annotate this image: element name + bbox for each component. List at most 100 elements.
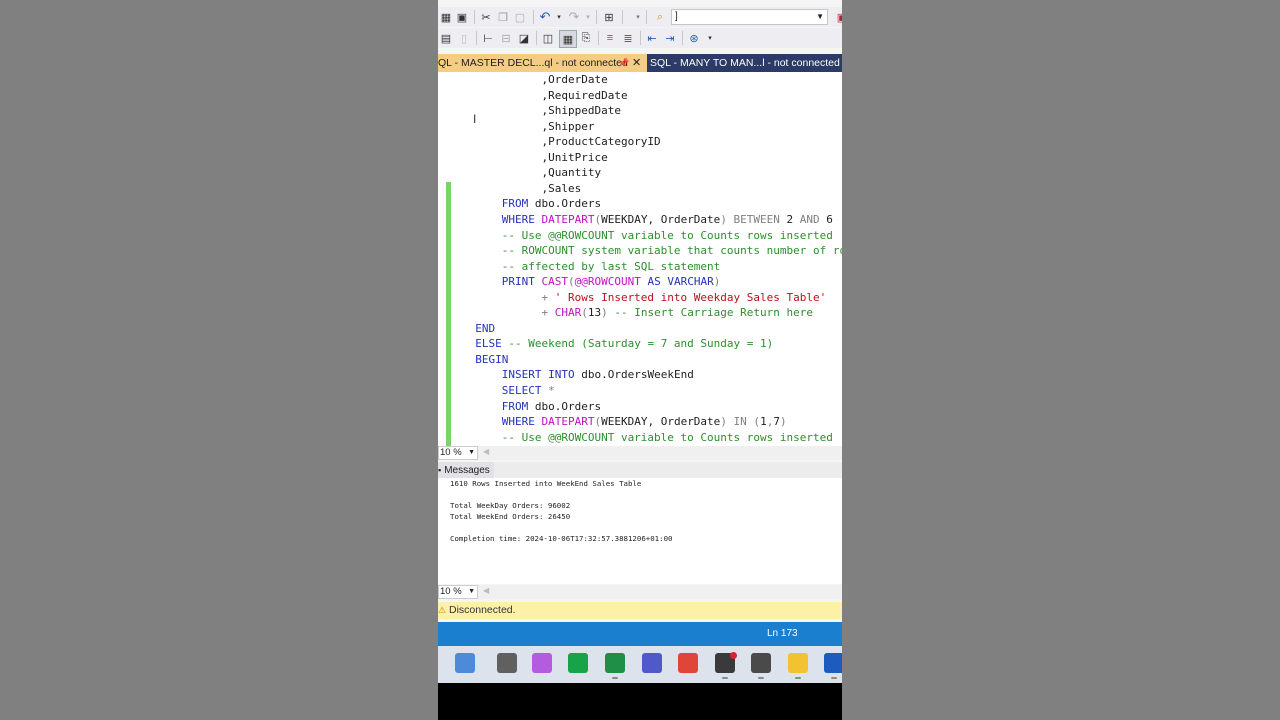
decrease-indent-icon[interactable]: ⇤ bbox=[644, 30, 660, 46]
spreadsheet-app-icon[interactable] bbox=[605, 653, 625, 673]
scroll-left-icon[interactable]: ◀ bbox=[483, 447, 489, 456]
code-token: ( bbox=[746, 415, 761, 429]
connection-status-bar: ⚠ Disconnected. bbox=[438, 602, 842, 619]
code-token: -- ROWCOUNT system variable that counts … bbox=[462, 244, 842, 258]
chevron-down-icon: ▼ bbox=[468, 449, 475, 456]
toolbar-separator bbox=[596, 10, 597, 24]
code-line[interactable]: + CHAR(13) -- Insert Carriage Return her… bbox=[462, 305, 813, 321]
word-icon[interactable] bbox=[824, 653, 842, 673]
chevron-down-icon: ▼ bbox=[816, 12, 824, 21]
code-line[interactable]: SELECT * bbox=[462, 383, 555, 399]
editor-zoom-select[interactable]: 10 % ▼ bbox=[438, 446, 478, 460]
messages-zoom-select[interactable]: 10 % ▼ bbox=[438, 585, 478, 599]
uncomment-icon[interactable]: ≣ bbox=[620, 30, 636, 46]
editor-zoom-bar: 10 % ▼ ◀ bbox=[438, 446, 842, 460]
code-token: + bbox=[462, 290, 549, 304]
teams-icon[interactable] bbox=[642, 653, 662, 673]
query-editor[interactable]: I ,OrderDate ,RequiredDate ,ShippedDate … bbox=[438, 72, 842, 446]
copilot-icon[interactable] bbox=[532, 653, 552, 673]
activity-monitor-icon[interactable]: ⊞ bbox=[601, 9, 617, 25]
code-line[interactable]: -- affected by last SQL statement bbox=[462, 259, 721, 275]
toolbar-overflow-icon[interactable]: ▾ bbox=[702, 30, 718, 46]
increase-indent-icon[interactable]: ⇥ bbox=[662, 30, 678, 46]
toolbar-separator bbox=[622, 10, 623, 24]
code-line[interactable]: ,Shipper bbox=[462, 119, 594, 135]
results-to-grid-icon[interactable]: ▦ bbox=[559, 30, 577, 48]
find-dropdown[interactable]: ] ▼ bbox=[671, 9, 828, 25]
code-line[interactable]: FROM dbo.Orders bbox=[462, 399, 601, 415]
document-tab-bar: QL - MASTER DECL...ql - not connected 📌 … bbox=[438, 54, 842, 72]
code-line[interactable]: + ' Rows Inserted into Weekday Sales Tab… bbox=[462, 290, 826, 306]
code-token: PRINT bbox=[462, 275, 535, 289]
code-token: DATEPART bbox=[541, 415, 595, 429]
code-line[interactable]: -- ROWCOUNT system variable that counts … bbox=[462, 243, 842, 259]
code-token: FROM bbox=[462, 399, 529, 413]
toolbar-sql-editor: ▤ ▯ ⊢ ⊟ ◪ ◫ ▦ ⎘ ≡ ≣ ⇤ ⇥ ⊛ ▾ bbox=[438, 28, 842, 48]
code-line[interactable]: ,Quantity bbox=[462, 165, 601, 181]
message-line: Total WeekEnd Orders: 26450 bbox=[450, 512, 571, 521]
tab-messages[interactable]: ▪ Messages bbox=[438, 462, 494, 478]
query-all-icon[interactable]: ▦ bbox=[438, 9, 454, 25]
close-tab-icon[interactable]: ✕ bbox=[632, 54, 641, 72]
code-token: -- Use @@ROWCOUNT variable to Counts row… bbox=[462, 228, 833, 242]
qlik-icon[interactable] bbox=[568, 653, 588, 673]
code-line[interactable]: ,OrderDate bbox=[462, 72, 607, 88]
code-line[interactable]: WHERE DATEPART(WEEKDAY, OrderDate) IN (1… bbox=[462, 414, 787, 430]
comment-icon[interactable]: ≡ bbox=[602, 30, 618, 46]
code-line[interactable]: WHERE DATEPART(WEEKDAY, OrderDate) BETWE… bbox=[462, 212, 833, 228]
code-token: ,Shipper bbox=[462, 119, 595, 133]
code-token: ) bbox=[720, 415, 727, 429]
code-token: ' Rows Inserted into Weekday Sales Table… bbox=[548, 290, 827, 304]
find-dropdown-value: ] bbox=[675, 11, 678, 22]
estimated-plan-icon[interactable]: ⊟ bbox=[498, 30, 514, 46]
code-line[interactable]: END bbox=[462, 321, 495, 337]
code-line[interactable]: -- Use @@ROWCOUNT variable to Counts row… bbox=[462, 228, 833, 244]
code-line[interactable]: ELSE -- Weekend (Saturday = 7 and Sunday… bbox=[462, 336, 773, 352]
toolbar-separator bbox=[476, 31, 477, 45]
code-line[interactable]: ,Sales bbox=[462, 181, 581, 197]
code-line[interactable]: INSERT INTO dbo.OrdersWeekEnd bbox=[462, 367, 694, 383]
calculator-icon[interactable] bbox=[751, 653, 771, 673]
save-icon[interactable]: ▯ bbox=[456, 30, 472, 46]
pin-icon[interactable]: 📌 bbox=[618, 54, 629, 72]
code-line[interactable]: BEGIN bbox=[462, 352, 508, 368]
find-icon[interactable]: ⌕ bbox=[652, 9, 668, 25]
code-line[interactable]: ,RequiredDate bbox=[462, 88, 628, 104]
code-line[interactable]: -- Use @@ROWCOUNT variable to Counts row… bbox=[462, 430, 833, 446]
file-explorer-icon[interactable] bbox=[788, 653, 808, 673]
undo-dropdown-icon[interactable]: ▾ bbox=[551, 9, 567, 25]
results-to-file-icon[interactable]: ⎘ bbox=[578, 30, 594, 46]
start-apps-icon[interactable] bbox=[455, 653, 475, 673]
paste-icon[interactable]: ▢ bbox=[512, 9, 528, 25]
code-token: dbo.Orders bbox=[528, 399, 602, 413]
tab-master-decl[interactable]: QL - MASTER DECL...ql - not connected 📌 … bbox=[438, 54, 647, 72]
code-line[interactable]: PRINT CAST(@@ROWCOUNT AS VARCHAR) bbox=[462, 274, 721, 290]
copy-icon[interactable]: ❐ bbox=[495, 9, 511, 25]
toolbar-separator bbox=[536, 31, 537, 45]
database-icon[interactable]: ▣ bbox=[454, 9, 470, 25]
code-token: AND bbox=[793, 212, 820, 226]
redo-dropdown-icon[interactable]: ▾ bbox=[580, 9, 596, 25]
code-line[interactable]: ,UnitPrice bbox=[462, 150, 607, 166]
close-window-icon[interactable]: ▣ bbox=[834, 9, 842, 25]
chrome-icon[interactable] bbox=[678, 653, 698, 673]
code-line[interactable]: ,ProductCategoryID bbox=[462, 134, 660, 150]
config-dropdown-icon[interactable]: ▾ bbox=[630, 9, 646, 25]
code-line[interactable]: FROM dbo.Orders bbox=[462, 196, 601, 212]
task-view-icon[interactable] bbox=[497, 653, 517, 673]
specify-values-icon[interactable]: ⊛ bbox=[686, 30, 702, 46]
code-token: BETWEEN bbox=[726, 212, 780, 226]
results-icon[interactable]: ▤ bbox=[438, 30, 454, 46]
query-plan-icon[interactable]: ⊢ bbox=[480, 30, 496, 46]
client-stats-icon[interactable]: ◪ bbox=[516, 30, 532, 46]
results-to-text-icon[interactable]: ◫ bbox=[540, 30, 556, 46]
code-token: ,RequiredDate bbox=[462, 88, 628, 102]
code-line[interactable]: ,ShippedDate bbox=[462, 103, 620, 119]
message-line: Total WeekDay Orders: 96002 bbox=[450, 501, 571, 510]
code-token: -- Insert Carriage Return here bbox=[607, 306, 814, 320]
code-token: AS bbox=[640, 275, 661, 289]
scroll-left-icon[interactable]: ◀ bbox=[483, 586, 489, 595]
cut-icon[interactable]: ✂ bbox=[478, 9, 494, 25]
ssms-window: ▦ ▣ ✂ ❐ ▢ ↶ ▾ ↷ ▾ ⊞ ▾ ⌕ ] ▼ ▣ ▤ ▯ ⊢ ⊟ ◪ … bbox=[438, 0, 842, 720]
tab-many-to-many[interactable]: SQL - MANY TO MAN...l - not connected bbox=[650, 54, 842, 72]
